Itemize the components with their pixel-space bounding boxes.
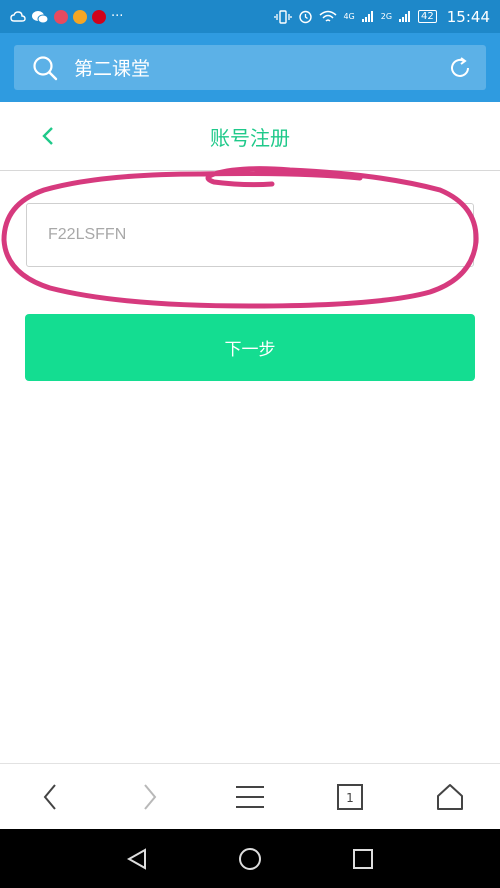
triangle-back-icon (126, 847, 146, 870)
store-app-icon (92, 9, 106, 24)
browser-toolbar: 1 (0, 763, 500, 829)
more-notifications: ··· (111, 9, 124, 24)
tabs-icon: 1 (337, 783, 363, 810)
tab-count: 1 (346, 791, 354, 805)
browser-app-icon (73, 9, 87, 24)
wechat-icon (32, 10, 49, 23)
android-nav-bar (0, 829, 500, 888)
system-icons: 4G 2G 42 15:44 (274, 8, 490, 26)
cloud-icon (10, 10, 26, 22)
nav-back-button[interactable] (112, 837, 162, 881)
toolbar-menu-button[interactable] (220, 772, 280, 822)
browser-bar: 第二课堂 (0, 33, 500, 102)
toolbar-tabs-button[interactable]: 1 (320, 772, 380, 822)
page-header: 账号注册 (0, 102, 500, 171)
next-step-button[interactable]: 下一步 (25, 314, 475, 381)
chevron-left-icon (43, 783, 56, 810)
vibrate-icon (274, 9, 293, 24)
signal-icon (361, 11, 373, 22)
refresh-icon[interactable] (448, 56, 472, 80)
chevron-left-icon (42, 127, 53, 145)
nav-recents-button[interactable] (338, 837, 388, 881)
address-text[interactable]: 第二课堂 (74, 54, 448, 81)
battery-icon: 42 (418, 10, 437, 23)
wifi-icon (319, 10, 337, 22)
network-2g-label: 2G (380, 12, 393, 21)
toolbar-back-button[interactable] (20, 772, 80, 822)
menu-icon (236, 785, 264, 808)
notification-icons: ··· (10, 9, 274, 24)
nav-home-button[interactable] (225, 837, 275, 881)
page-title: 账号注册 (210, 125, 290, 150)
address-bar[interactable]: 第二课堂 (14, 45, 486, 90)
toolbar-home-button[interactable] (420, 772, 480, 822)
alarm-icon (299, 10, 313, 24)
video-app-icon (54, 9, 68, 24)
search-icon (33, 55, 58, 80)
status-bar: ··· 4G 2G 42 15:44 (0, 0, 500, 33)
back-button[interactable] (34, 122, 62, 150)
account-input[interactable] (26, 203, 474, 267)
network-4g-label: 4G (343, 12, 355, 21)
toolbar-forward-button[interactable] (120, 772, 180, 822)
circle-home-icon (238, 847, 261, 870)
battery-level: 42 (421, 10, 434, 22)
square-recents-icon (353, 848, 374, 869)
signal-icon (399, 11, 411, 22)
home-icon (437, 783, 463, 810)
clock: 15:44 (446, 7, 490, 26)
chevron-right-icon (144, 783, 157, 810)
